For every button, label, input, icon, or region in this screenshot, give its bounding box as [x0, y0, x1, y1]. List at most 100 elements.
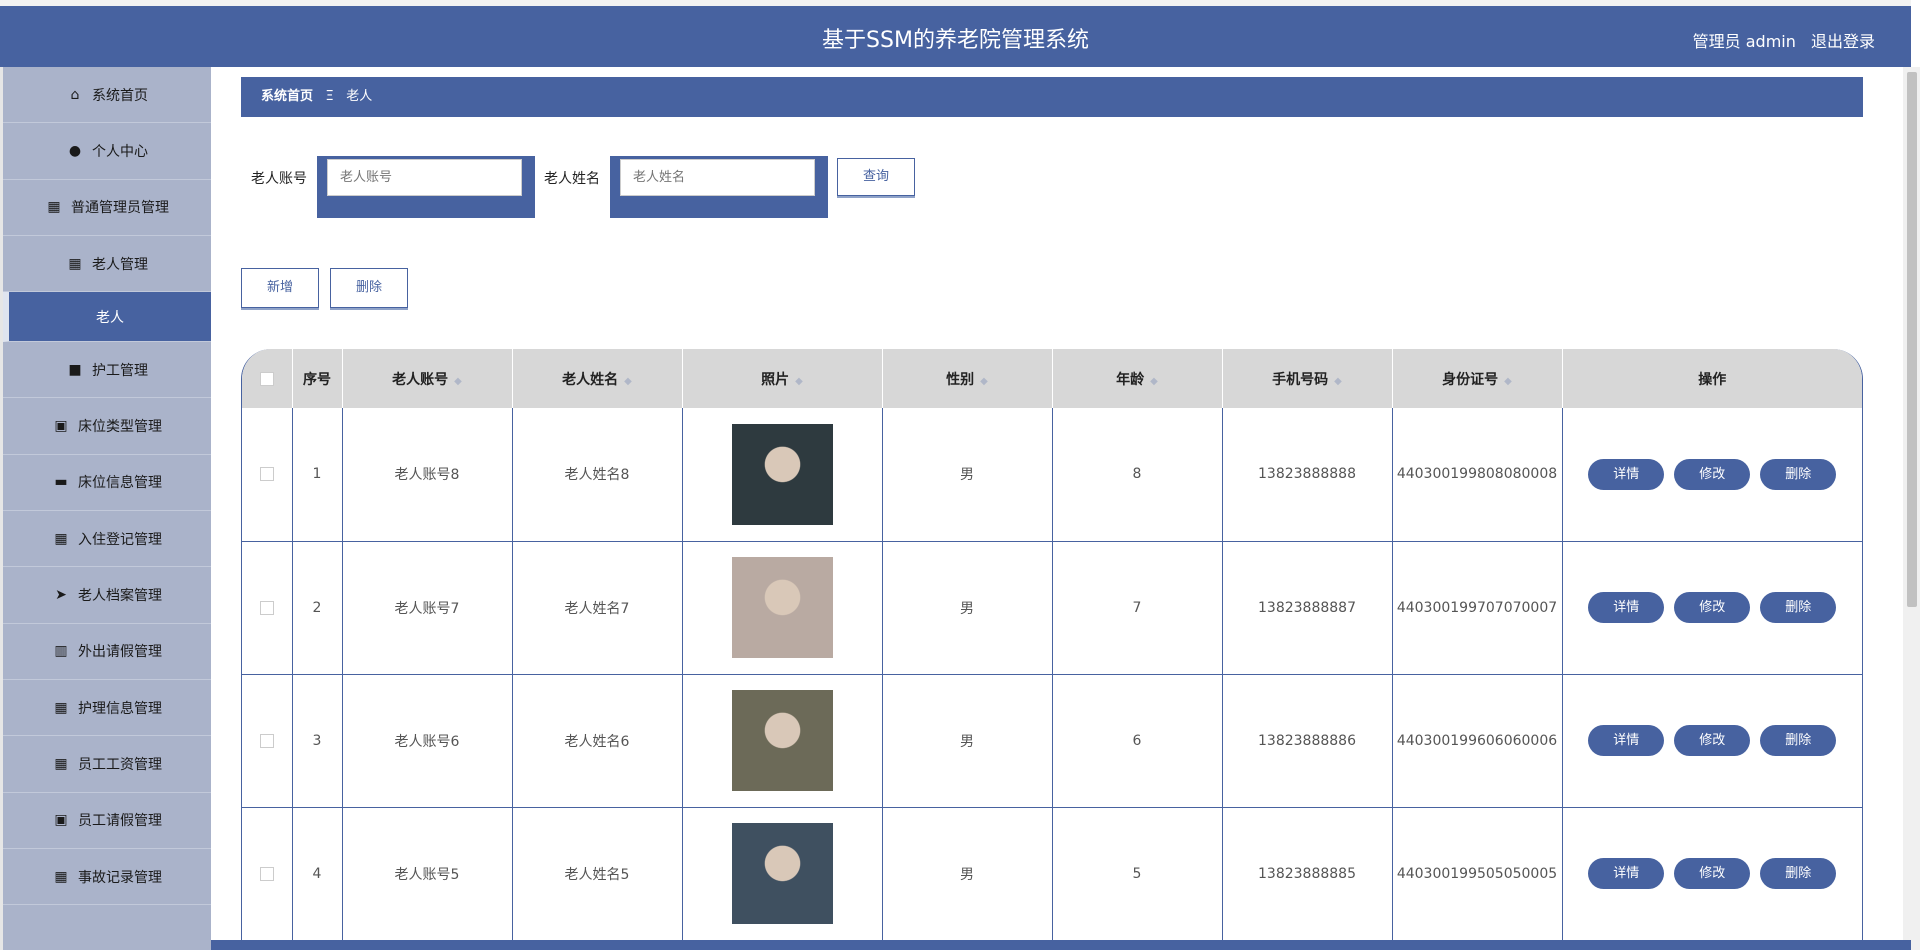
sort-icon[interactable]: ◆	[454, 376, 462, 387]
sidebar-item-label: 员工请假管理	[78, 813, 162, 830]
column-header[interactable]: 身份证号 ◆	[1392, 349, 1563, 408]
sidebar-item-5[interactable]: ■ 护工管理	[3, 342, 211, 399]
sidebar-item-label: 护工管理	[92, 362, 148, 379]
library-icon: ▥	[54, 643, 68, 660]
sort-icon[interactable]: ◆	[1150, 376, 1158, 387]
sidebar-item-12[interactable]: ▦ 员工工资管理	[3, 736, 211, 793]
briefcase-icon: ■	[68, 361, 82, 378]
row-actions: 详情 修改 删除	[1562, 674, 1862, 808]
elderly-table: 序号 老人账号 ◆ 老人姓名 ◆ 照片 ◆ 性别 ◆ 年龄 ◆ 手机号码 ◆ 身份证号 ◆ 操作 1 老人账号8…	[241, 349, 1863, 950]
sidebar-item-8[interactable]: ▦ 入住登记管理	[3, 511, 211, 568]
row-gender: 男	[882, 408, 1053, 542]
column-header[interactable]: 老人姓名 ◆	[512, 349, 683, 408]
row-account: 老人账号7	[342, 541, 513, 675]
row-detail-button[interactable]: 详情	[1588, 725, 1665, 756]
breadcrumb-current: 老人	[346, 89, 373, 104]
row-id-card: 440300199505050005	[1392, 807, 1563, 941]
sidebar-item-0[interactable]: ⌂ 系统首页	[3, 67, 211, 124]
query-button[interactable]: 查询	[837, 158, 915, 196]
row-detail-button[interactable]: 详情	[1588, 458, 1665, 490]
user-icon: ●	[68, 142, 82, 159]
bottom-bar	[211, 940, 1911, 950]
row-age: 5	[1052, 807, 1223, 941]
row-checkbox[interactable]	[259, 866, 274, 881]
sidebar-item-2[interactable]: ▦ 普通管理员管理	[3, 180, 211, 236]
elder-photo[interactable]	[731, 690, 833, 791]
row-edit-button[interactable]: 修改	[1674, 458, 1751, 490]
row-detail-button[interactable]: 详情	[1588, 592, 1665, 623]
sidebar-item-10[interactable]: ▥ 外出请假管理	[3, 624, 211, 680]
logout-link[interactable]: 退出登录	[1811, 32, 1875, 51]
sort-icon[interactable]: ◆	[980, 376, 988, 387]
column-header-label: 照片	[761, 371, 790, 388]
row-checkbox[interactable]	[259, 733, 274, 748]
column-header[interactable]: 手机号码 ◆	[1222, 349, 1393, 408]
row-index: 4	[292, 807, 343, 941]
elder-photo[interactable]	[731, 823, 833, 924]
sort-icon[interactable]: ◆	[795, 376, 803, 387]
row-age: 6	[1052, 674, 1223, 808]
row-name: 老人姓名5	[512, 807, 683, 941]
name-search-label: 老人姓名	[544, 171, 600, 187]
account-search-box	[317, 156, 535, 218]
row-photo-cell	[682, 541, 883, 675]
sidebar-item-14[interactable]: ▦ 事故记录管理	[3, 849, 211, 906]
table-header-row: 序号 老人账号 ◆ 老人姓名 ◆ 照片 ◆ 性别 ◆ 年龄 ◆ 手机号码 ◆ 身份证号 ◆ 操作	[242, 349, 1862, 408]
column-header[interactable]: 老人账号 ◆	[342, 349, 513, 408]
row-checkbox[interactable]	[259, 467, 274, 482]
row-delete-button[interactable]: 删除	[1760, 458, 1837, 490]
column-header-label: 手机号码	[1272, 371, 1329, 388]
column-header[interactable]: 性别 ◆	[882, 349, 1053, 408]
row-actions: 详情 修改 删除	[1562, 541, 1862, 675]
sidebar-item-13[interactable]: ▣ 员工请假管理	[3, 793, 211, 849]
batch-delete-button[interactable]: 删除	[330, 268, 408, 308]
row-select-cell	[242, 408, 293, 542]
account-search-label: 老人账号	[251, 171, 307, 187]
sort-icon[interactable]: ◆	[1504, 376, 1512, 387]
sidebar-item-9[interactable]: ➤ 老人档案管理	[3, 567, 211, 624]
select-all-checkbox[interactable]	[259, 371, 274, 386]
sidebar-item-label: 员工工资管理	[78, 756, 162, 773]
elder-photo[interactable]	[731, 557, 833, 658]
sidebar-item-4[interactable]: 老人	[3, 292, 211, 343]
table-row: 1 老人账号8 老人姓名8 男 8 13823888888 4403001998080800…	[242, 408, 1862, 542]
column-header[interactable]: 年龄 ◆	[1052, 349, 1223, 408]
sort-icon[interactable]: ◆	[624, 376, 632, 387]
row-detail-button[interactable]: 详情	[1588, 858, 1665, 889]
sidebar-item-1[interactable]: ● 个人中心	[3, 123, 211, 180]
paper-plane-icon: ➤	[55, 587, 67, 604]
row-delete-button[interactable]: 删除	[1760, 858, 1837, 889]
top-header: 基于SSM的养老院管理系统 管理员 admin 退出登录	[0, 0, 1911, 67]
row-edit-button[interactable]: 修改	[1674, 725, 1751, 756]
add-button[interactable]: 新增	[241, 268, 319, 308]
sidebar-item-label: 床位信息管理	[78, 475, 162, 492]
breadcrumb-home[interactable]: 系统首页	[261, 89, 313, 104]
column-header-label: 老人账号	[392, 371, 449, 388]
sidebar-item-11[interactable]: ▦ 护理信息管理	[3, 680, 211, 737]
row-age: 8	[1052, 408, 1223, 542]
row-delete-button[interactable]: 删除	[1760, 725, 1837, 756]
row-gender: 男	[882, 541, 1053, 675]
table-row: 2 老人账号7 老人姓名7 男 7 13823888887 4403001997070700…	[242, 541, 1862, 675]
row-index: 3	[292, 674, 343, 808]
column-header[interactable]: 照片 ◆	[682, 349, 883, 408]
row-photo-cell	[682, 674, 883, 808]
row-phone: 13823888885	[1222, 807, 1393, 941]
sidebar-item-6[interactable]: ▣ 床位类型管理	[3, 398, 211, 455]
name-search-input[interactable]	[620, 159, 815, 196]
sidebar-item-label: 老人档案管理	[78, 588, 162, 605]
sidebar-item-3[interactable]: ▦ 老人管理	[3, 236, 211, 293]
vertical-scrollbar[interactable]	[1903, 67, 1920, 950]
row-delete-button[interactable]: 删除	[1760, 592, 1837, 623]
row-checkbox[interactable]	[259, 600, 274, 615]
row-gender: 男	[882, 674, 1053, 808]
sort-icon[interactable]: ◆	[1334, 376, 1342, 387]
sidebar-item-7[interactable]: ▬ 床位信息管理	[3, 455, 211, 512]
row-name: 老人姓名7	[512, 541, 683, 675]
grid-icon: ▦	[54, 755, 68, 772]
account-search-input[interactable]	[327, 159, 522, 196]
elder-photo[interactable]	[731, 423, 833, 525]
row-edit-button[interactable]: 修改	[1674, 858, 1751, 889]
scrollbar-thumb[interactable]	[1907, 72, 1917, 607]
row-edit-button[interactable]: 修改	[1674, 592, 1751, 623]
